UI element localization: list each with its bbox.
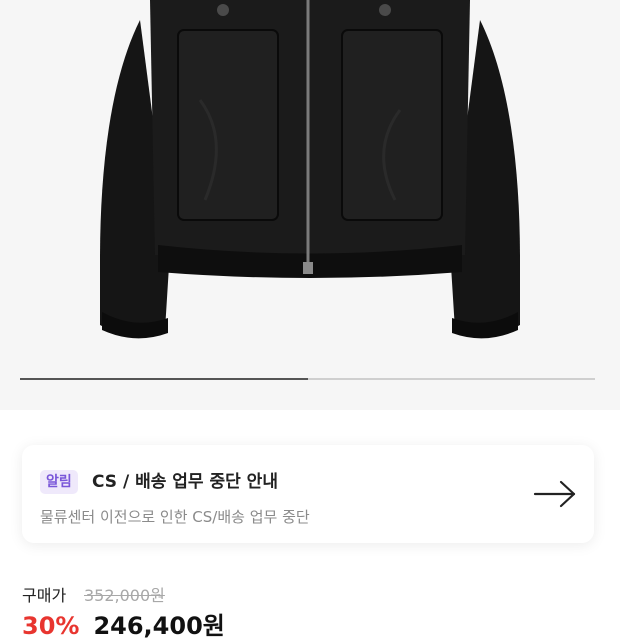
notice-badge: 알림: [40, 470, 78, 494]
discount-rate: 30%: [22, 612, 80, 640]
product-image: [100, 0, 520, 339]
image-progress-fill: [20, 378, 308, 380]
product-image-carousel[interactable]: [0, 0, 620, 410]
sale-price: 246,400원: [93, 612, 225, 640]
notice-banner[interactable]: 알림 CS / 배송 업무 중단 안내 물류센터 이전으로 인한 CS/배송 업…: [22, 445, 594, 543]
arrow-right-icon[interactable]: [532, 479, 578, 509]
image-progress-track: [20, 378, 595, 380]
original-price: 352,000원: [84, 586, 165, 605]
notice-subtitle: 물류센터 이전으로 인한 CS/배송 업무 중단: [40, 508, 310, 526]
sale-price-line: 30% 246,400원: [22, 606, 225, 641]
purchase-price-label: 구매가: [22, 586, 67, 605]
notice-title: CS / 배송 업무 중단 안내: [92, 472, 278, 492]
